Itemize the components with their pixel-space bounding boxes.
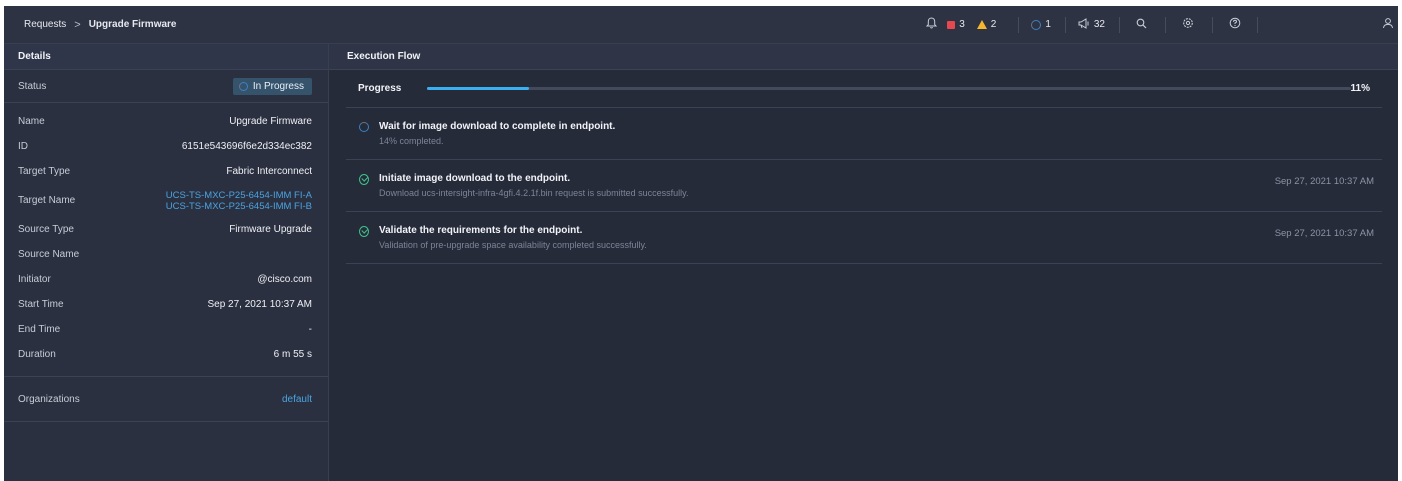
- detail-row-start-time: Start Time Sep 27, 2021 10:37 AM: [18, 292, 312, 317]
- announcements-button[interactable]: 32: [1078, 6, 1105, 43]
- detail-row-initiator: Initiator @cisco.com: [18, 267, 312, 292]
- detail-row-source-name: Source Name: [18, 242, 312, 267]
- execution-steps: Wait for image download to complete in e…: [346, 108, 1382, 264]
- step-description: Download ucs-intersight-infra-4gfi.4.2.1…: [379, 188, 689, 198]
- target-name-link-fi-b[interactable]: UCS-TS-MXC-P25-6454-IMM FI-B: [166, 201, 312, 212]
- target-name-links: UCS-TS-MXC-P25-6454-IMM FI-A UCS-TS-MXC-…: [166, 190, 312, 212]
- step-title: Wait for image download to complete in e…: [379, 121, 616, 132]
- detail-label: Duration: [18, 349, 56, 360]
- settings-gear-icon: [1182, 17, 1194, 32]
- bell-icon: [926, 17, 938, 32]
- critical-alarm-icon: [947, 20, 956, 29]
- warning-alarm-icon: [976, 20, 987, 29]
- topbar-divider: [1165, 16, 1166, 33]
- requests-count: 1: [1045, 19, 1051, 30]
- progress-bar-fill: [427, 87, 530, 90]
- execution-step: Wait for image download to complete in e…: [346, 108, 1382, 160]
- detail-row-id: ID 6151e543696f6e2d334ec382: [18, 134, 312, 159]
- user-menu-button[interactable]: [1382, 6, 1394, 43]
- announcements-count: 32: [1093, 19, 1105, 30]
- status-row: Status In Progress: [4, 70, 328, 103]
- search-icon: [1136, 18, 1147, 32]
- warning-alarm-count: 2: [990, 19, 997, 30]
- step-title: Validate the requirements for the endpoi…: [379, 225, 583, 236]
- step-title: Initiate image download to the endpoint.: [379, 173, 571, 184]
- in-progress-spinner-icon: [359, 122, 369, 132]
- execution-flow-heading: Execution Flow: [329, 44, 1398, 70]
- detail-row-end-time: End Time -: [18, 317, 312, 342]
- detail-row-source-type: Source Type Firmware Upgrade: [18, 217, 312, 242]
- step-description: 14% completed.: [379, 136, 444, 146]
- breadcrumb-requests-link[interactable]: Requests: [24, 19, 66, 30]
- success-check-icon: [359, 225, 369, 237]
- detail-value: Fabric Interconnect: [226, 166, 312, 177]
- megaphone-icon: [1078, 17, 1090, 32]
- step-time: Sep 27, 2021 10:37 AM: [1274, 228, 1374, 239]
- detail-label: Target Type: [18, 166, 71, 177]
- detail-value: Upgrade Firmware: [229, 116, 312, 127]
- topbar-divider: [1212, 16, 1213, 33]
- organization-link[interactable]: default: [282, 394, 312, 405]
- detail-label: ID: [18, 141, 28, 152]
- topbar-divider: [1064, 16, 1066, 33]
- detail-label: Source Type: [18, 224, 74, 235]
- details-panel: Details Status In Progress Name Upgrade …: [4, 44, 329, 481]
- top-bar-actions: 3 2 1 32: [926, 6, 1398, 43]
- detail-label: End Time: [18, 324, 61, 335]
- in-progress-spinner-icon: [238, 81, 248, 91]
- detail-value: Sep 27, 2021 10:37 AM: [207, 299, 312, 310]
- details-heading: Details: [4, 44, 328, 70]
- step-description: Validation of pre-upgrade space availabi…: [379, 240, 647, 250]
- top-bar: Requests > Upgrade Firmware 3 2 1 32: [4, 6, 1398, 44]
- critical-alarm-count: 3: [959, 19, 965, 30]
- step-time: Sep 27, 2021 10:37 AM: [1274, 176, 1374, 187]
- detail-label: Target Name: [18, 195, 76, 206]
- warning-alarms-button[interactable]: 2: [976, 6, 997, 43]
- progress-bar: [427, 87, 1351, 90]
- execution-flow-panel: Execution Flow Progress 11% Wait for ima…: [329, 44, 1398, 481]
- help-button[interactable]: [1229, 6, 1241, 43]
- topbar-divider: [1119, 16, 1120, 33]
- detail-value: 6151e543696f6e2d334ec382: [181, 141, 312, 152]
- detail-label: Organizations: [18, 393, 80, 405]
- detail-label: Source Name: [18, 249, 80, 260]
- breadcrumb: Requests > Upgrade Firmware: [24, 6, 177, 43]
- progress-label: Progress: [358, 83, 402, 94]
- topbar-divider: [1018, 16, 1020, 33]
- detail-row-name: Name Upgrade Firmware: [18, 109, 312, 134]
- detail-value: @cisco.com: [257, 274, 312, 285]
- search-button[interactable]: [1136, 6, 1147, 43]
- details-list: Name Upgrade Firmware ID 6151e543696f6e2…: [4, 103, 328, 367]
- critical-alarms-button[interactable]: 3: [947, 6, 965, 43]
- detail-value: -: [308, 324, 312, 335]
- detail-label: Start Time: [18, 299, 64, 310]
- user-icon: [1382, 17, 1394, 32]
- detail-value: 6 m 55 s: [273, 349, 312, 360]
- detail-row-target-type: Target Type Fabric Interconnect: [18, 159, 312, 184]
- breadcrumb-separator: >: [74, 18, 81, 31]
- target-name-link-fi-a[interactable]: UCS-TS-MXC-P25-6454-IMM FI-A: [166, 190, 312, 201]
- detail-label: Initiator: [18, 274, 51, 285]
- status-badge: In Progress: [232, 77, 312, 95]
- success-check-icon: [359, 173, 369, 185]
- settings-button[interactable]: [1182, 6, 1194, 43]
- detail-row-duration: Duration 6 m 55 s: [18, 342, 312, 367]
- notifications-button[interactable]: [926, 6, 938, 43]
- detail-row-target-name: Target Name UCS-TS-MXC-P25-6454-IMM FI-A…: [18, 184, 312, 217]
- execution-step: Initiate image download to the endpoint.…: [346, 160, 1382, 212]
- execution-step: Validate the requirements for the endpoi…: [346, 212, 1382, 264]
- detail-value: Firmware Upgrade: [229, 224, 312, 235]
- app-window: Requests > Upgrade Firmware 3 2 1 32 Det…: [4, 6, 1398, 481]
- status-label: Status: [18, 80, 47, 92]
- progress-percent: 11%: [1350, 83, 1370, 94]
- detail-row-organizations: Organizations default: [4, 377, 328, 422]
- requests-button[interactable]: 1: [1031, 6, 1051, 43]
- breadcrumb-current: Upgrade Firmware: [88, 19, 177, 30]
- progress-row: Progress 11%: [346, 70, 1382, 108]
- help-icon: [1229, 17, 1241, 32]
- status-value: In Progress: [252, 80, 304, 92]
- requests-spinner-icon: [1031, 19, 1042, 30]
- topbar-divider: [1257, 16, 1258, 33]
- detail-label: Name: [18, 116, 45, 127]
